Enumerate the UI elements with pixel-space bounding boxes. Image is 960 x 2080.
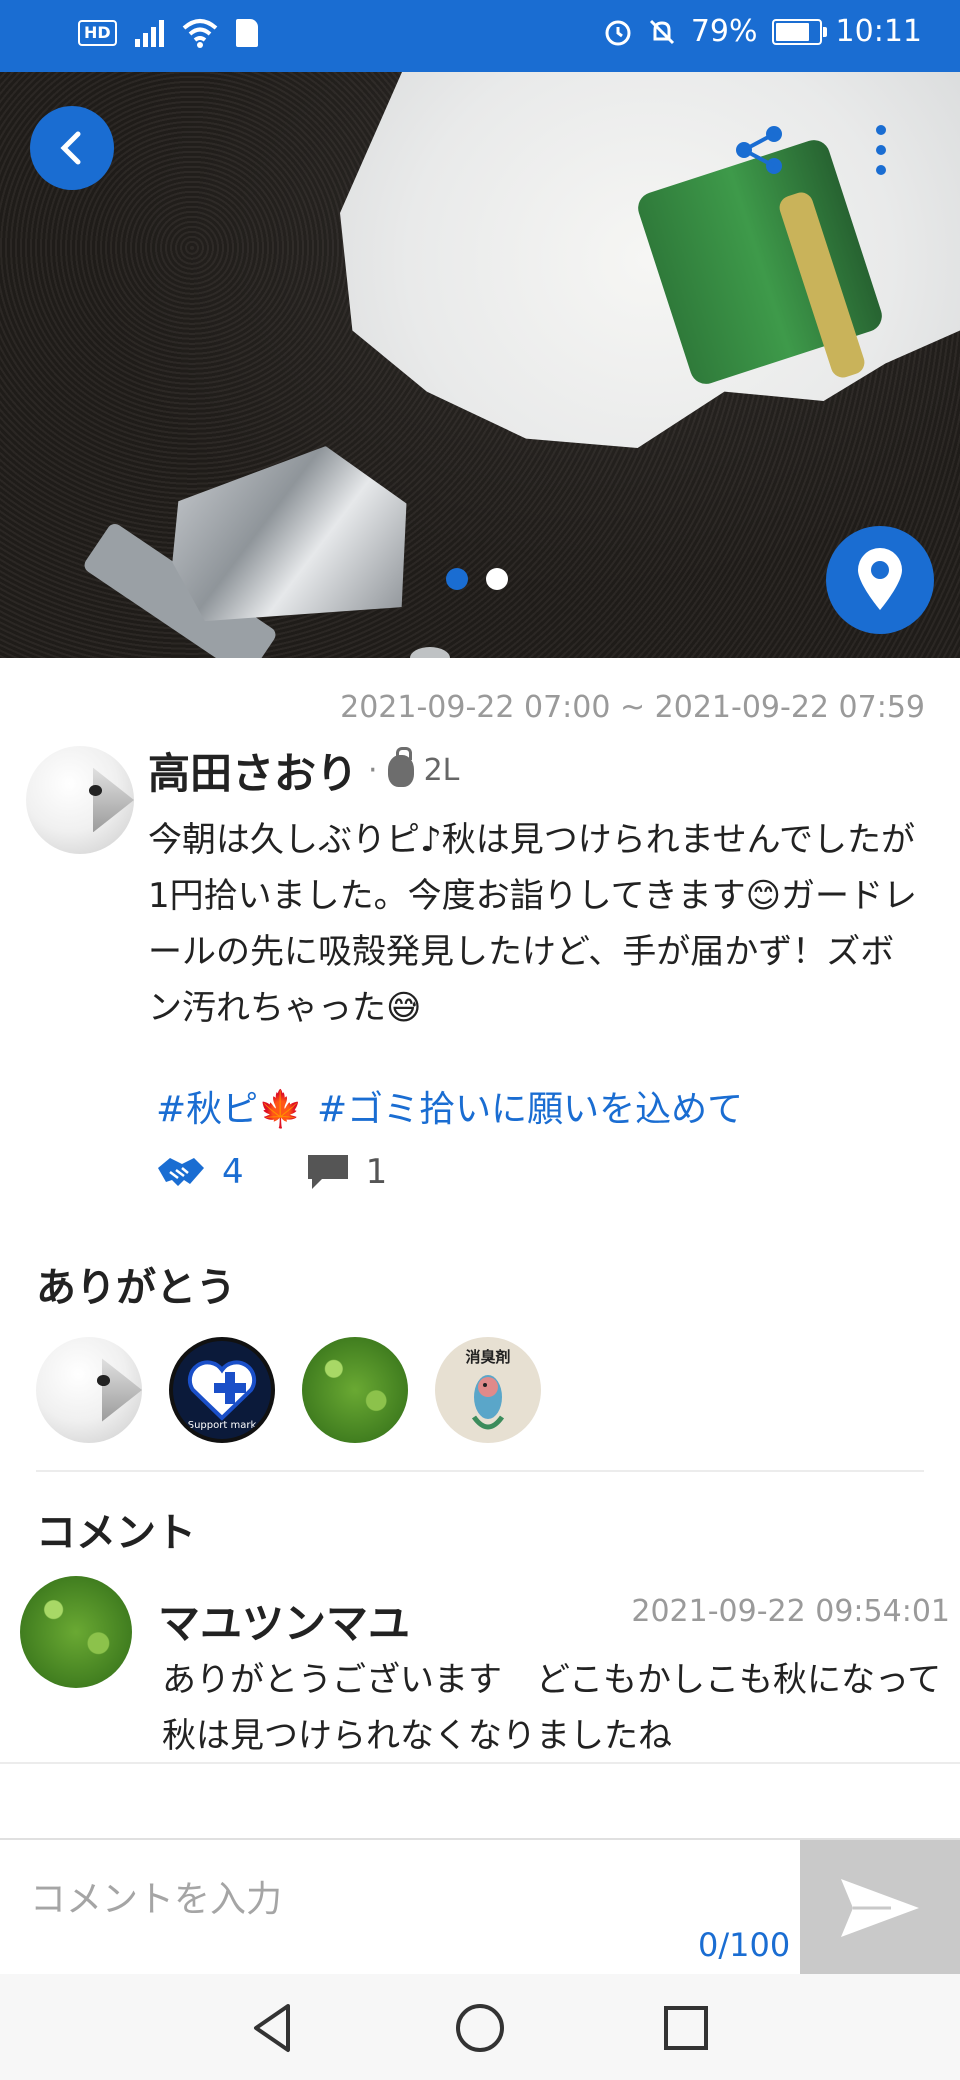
hd-icon: HD xyxy=(78,20,117,46)
nav-home-icon[interactable] xyxy=(452,2000,508,2056)
hashtag-link[interactable]: #ゴミ拾いに願いを込めて xyxy=(317,1080,743,1132)
system-nav-bar xyxy=(0,1974,960,2080)
thanks-avatar[interactable] xyxy=(302,1337,408,1443)
author-name[interactable]: 高田さおり xyxy=(148,740,358,801)
clock: 10:11 xyxy=(835,14,922,49)
thanks-title: ありがとう xyxy=(36,1265,236,1311)
author-avatar[interactable] xyxy=(26,746,134,854)
commenter-avatar[interactable] xyxy=(20,1576,132,1688)
status-right: 79% 10:11 xyxy=(603,14,922,49)
comment-input[interactable] xyxy=(28,1868,772,1930)
author-separator: · xyxy=(368,753,378,788)
nav-back-icon[interactable] xyxy=(246,2000,302,2056)
signal-icon xyxy=(134,19,164,47)
fish-badge-text: 消臭剤 xyxy=(465,1347,511,1366)
commenter-name[interactable]: マユツンマユ xyxy=(158,1590,410,1651)
thanks-avatar[interactable]: Support mark xyxy=(169,1337,275,1443)
photo-crushed-can xyxy=(159,436,420,638)
carousel-dot[interactable] xyxy=(486,568,508,590)
back-icon xyxy=(60,131,81,165)
divider xyxy=(36,1470,924,1472)
carousel-indicator[interactable] xyxy=(446,568,508,590)
comment-text: ありがとうございます どこもかしこも秋になって 秋は見つけられなくなりましたね xyxy=(162,1660,960,1756)
trash-bag-icon xyxy=(387,746,414,787)
support-mark-text: Support mark xyxy=(187,1420,257,1431)
hashtag-list: #秋ピ🍁 #ゴミ拾いに願いを込めて xyxy=(156,1080,743,1132)
handshake-count: 4 xyxy=(222,1152,244,1192)
bell-off-icon xyxy=(649,19,674,44)
thanks-avatar-list: Support mark 消臭剤 xyxy=(36,1337,541,1443)
handshake-icon[interactable] xyxy=(156,1154,206,1190)
status-bar: HD 79% 10:11 xyxy=(0,0,960,72)
battery-percent: 79% xyxy=(690,14,758,49)
map-pin-icon xyxy=(858,548,902,610)
battery-icon xyxy=(771,18,827,45)
photo-bottle-cap xyxy=(410,647,450,658)
thanks-avatar[interactable] xyxy=(36,1337,142,1443)
hashtag-link[interactable]: #秋ピ🍁 xyxy=(156,1080,303,1132)
carousel-dot[interactable] xyxy=(446,568,468,590)
map-location-button[interactable] xyxy=(826,526,934,634)
share-icon[interactable] xyxy=(730,120,790,180)
comment-count: 1 xyxy=(365,1152,388,1192)
back-button[interactable] xyxy=(30,106,114,190)
comments-title: コメント xyxy=(36,1510,196,1556)
post-time-range: 2021-09-22 07:00 ~ 2021-09-22 07:59 xyxy=(340,690,925,725)
reaction-bar: 4 1 xyxy=(156,1152,387,1192)
nav-recents-icon[interactable] xyxy=(658,2000,714,2056)
char-counter: 0/100 xyxy=(698,1926,791,1964)
status-left: HD xyxy=(78,18,258,48)
send-icon xyxy=(841,1879,919,1937)
alarm-icon xyxy=(605,20,631,45)
comment-time: 2021-09-22 09:54:01 xyxy=(631,1594,950,1629)
thanks-avatar[interactable]: 消臭剤 xyxy=(435,1337,541,1443)
battery-fill xyxy=(775,22,810,41)
divider xyxy=(0,1762,960,1764)
amabie-icon xyxy=(471,1374,505,1429)
post-body: 今朝は久しぶりピ♪秋は見つけられませんでしたが1円拾いました。今度お詣りしてきま… xyxy=(148,820,918,1028)
send-button[interactable] xyxy=(800,1840,960,1976)
trash-amount: 2L xyxy=(423,753,460,788)
sd-card-icon xyxy=(235,19,258,47)
author-line: 高田さおり · 2L xyxy=(148,740,459,801)
more-vert-icon[interactable] xyxy=(866,120,896,180)
wifi-icon xyxy=(182,19,217,48)
heart-plus-icon xyxy=(187,1360,257,1421)
comment-input-bar: 0/100 xyxy=(0,1838,960,1976)
comment-icon[interactable] xyxy=(306,1153,350,1191)
